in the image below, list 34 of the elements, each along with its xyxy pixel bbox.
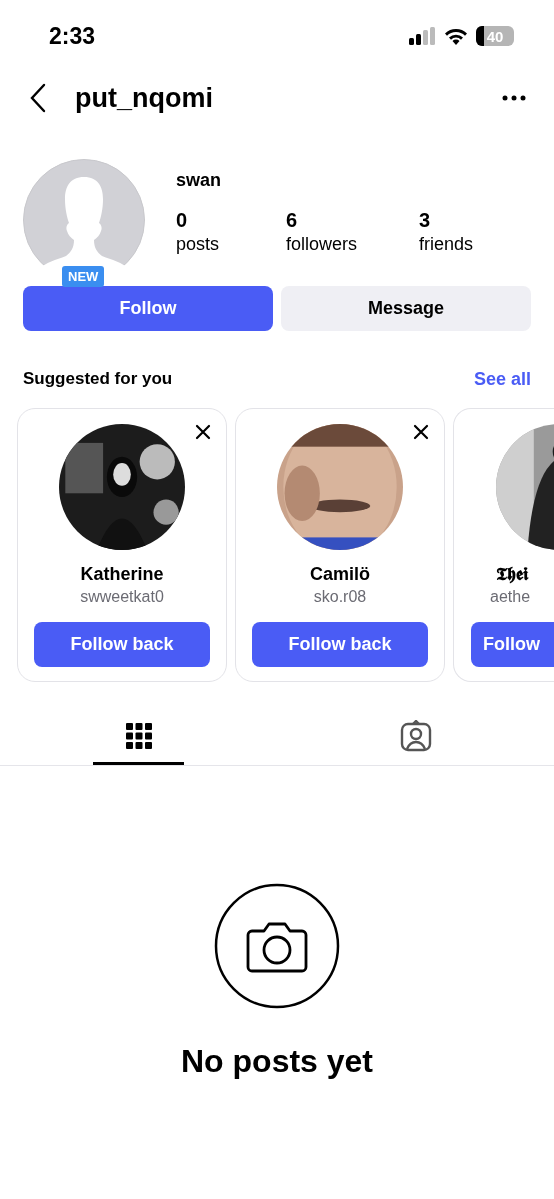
see-all-link[interactable]: See all xyxy=(473,365,531,393)
more-icon[interactable] xyxy=(502,95,526,101)
suggestion-name: Katherine xyxy=(80,563,164,586)
battery-indicator: 40 xyxy=(476,26,514,46)
stat-value: 0 xyxy=(176,208,189,232)
section-title: Suggested for you xyxy=(23,368,173,391)
empty-message: No posts yet xyxy=(181,1042,373,1081)
suggestion-name: 𝕿𝖍𝖊𝖎 xyxy=(495,562,530,586)
signal-icon xyxy=(409,27,436,45)
new-badge: NEW xyxy=(62,266,105,287)
follow-back-button[interactable]: Follow xyxy=(471,622,554,667)
suggestion-handle: swweetkat0 xyxy=(80,587,164,607)
stat-label[interactable]: followers xyxy=(286,232,419,256)
camera-icon xyxy=(214,883,340,1009)
suggestion-handle: sko.r08 xyxy=(313,587,367,607)
person-tag-icon xyxy=(399,720,432,752)
status-time: 2:33 xyxy=(49,21,96,51)
profile-username: put_nqomi xyxy=(75,81,213,115)
suggestion-handle: aethe xyxy=(489,587,532,607)
stat-value: 6 xyxy=(286,208,299,232)
message-button[interactable]: Message xyxy=(281,286,531,331)
display-name: swan xyxy=(176,169,223,192)
stat-label[interactable]: friends xyxy=(419,232,509,256)
follow-back-button[interactable]: Follow back xyxy=(34,622,210,667)
grid-icon xyxy=(125,723,152,749)
wifi-icon xyxy=(444,27,468,45)
close-icon[interactable] xyxy=(413,424,429,440)
stat-label[interactable]: posts xyxy=(176,232,286,256)
close-icon[interactable] xyxy=(195,424,211,440)
back-icon[interactable] xyxy=(28,83,48,113)
stat-value: 3 xyxy=(419,208,432,232)
follow-back-button[interactable]: Follow back xyxy=(252,622,428,667)
suggestion-name: Camilö xyxy=(310,563,370,586)
follow-button[interactable]: Follow xyxy=(23,286,273,331)
